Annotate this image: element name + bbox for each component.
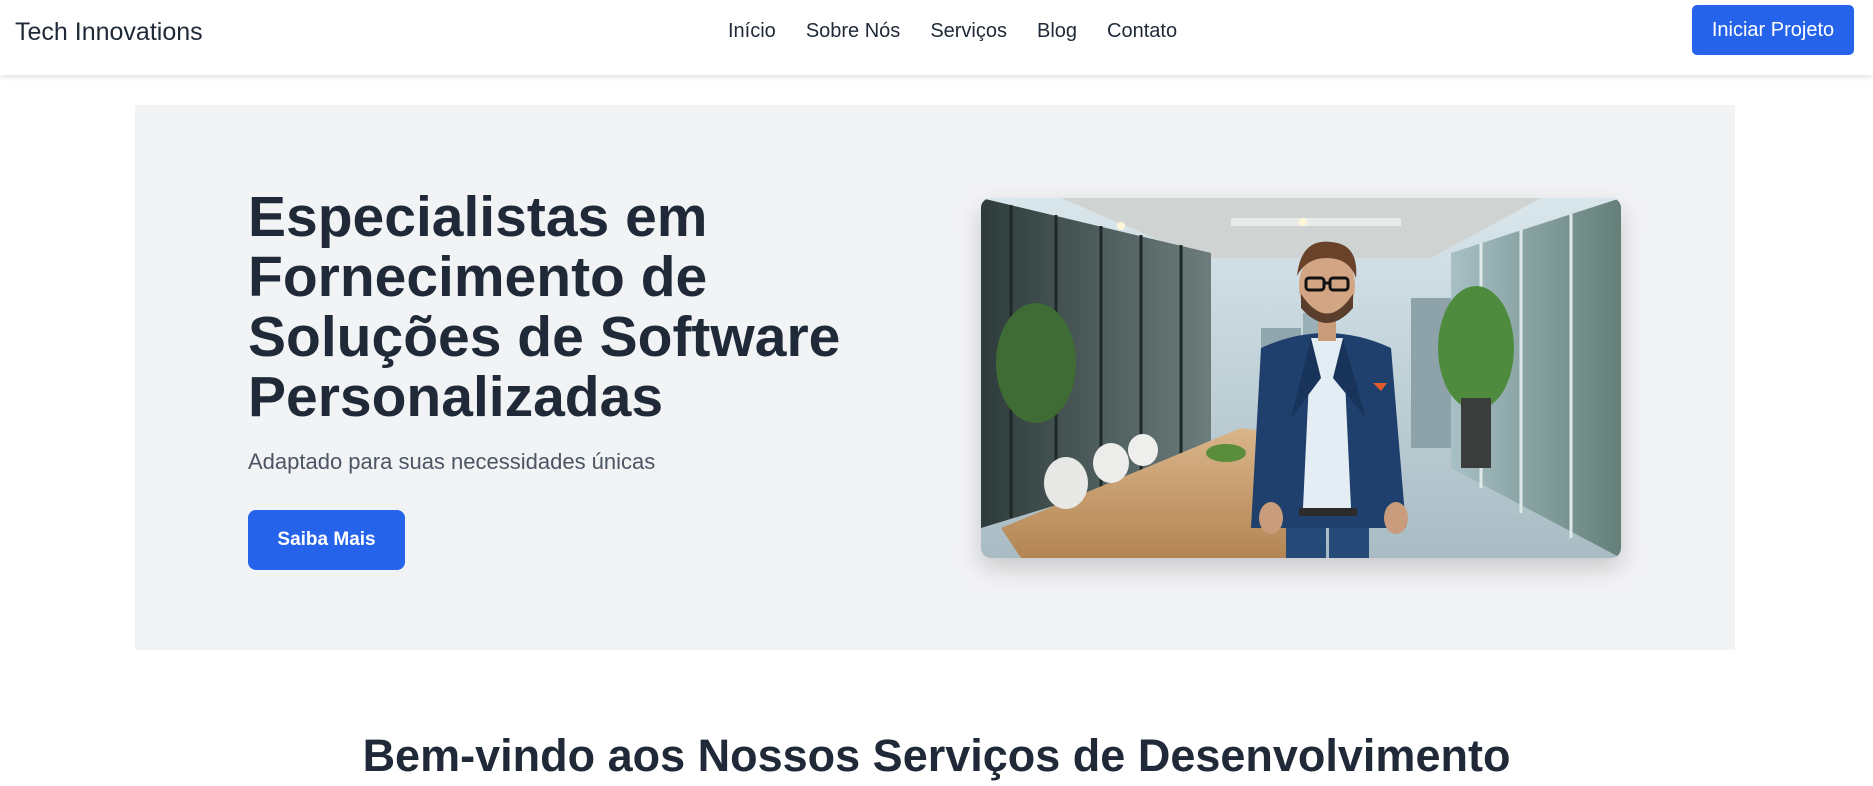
top-navbar: Tech Innovations Início Sobre Nós Serviç… [0,0,1873,75]
nav-item-inicio: Início [728,19,776,44]
learn-more-button[interactable]: Saiba Mais [248,510,405,570]
services-welcome-heading: Bem-vindo aos Nossos Serviços de Desenvo… [362,730,1511,781]
nav-link-inicio[interactable]: Início [728,19,776,44]
nav-item-servicos: Serviços [930,19,1007,44]
nav-item-sobre-nos: Sobre Nós [806,19,901,44]
nav-link-sobre-nos[interactable]: Sobre Nós [806,19,901,44]
hero-image-businessman [981,198,1621,558]
nav-item-blog: Blog [1037,19,1077,44]
nav-link-contato[interactable]: Contato [1107,19,1177,44]
hero-subtitle: Adaptado para suas necessidades únicas [248,449,656,474]
nav-link-blog[interactable]: Blog [1037,19,1077,44]
nav-link-servicos[interactable]: Serviços [930,19,1007,44]
hero-title: Especialistas em Fornecimento de Soluçõe… [248,185,841,429]
nav-item-contato: Contato [1107,19,1177,44]
main-nav: Início Sobre Nós Serviços Blog Contato [728,19,1177,44]
start-project-button[interactable]: Iniciar Projeto [1692,5,1854,55]
hero-section: Especialistas em Fornecimento de Soluçõe… [135,105,1735,650]
brand-logo-text[interactable]: Tech Innovations [15,17,203,47]
